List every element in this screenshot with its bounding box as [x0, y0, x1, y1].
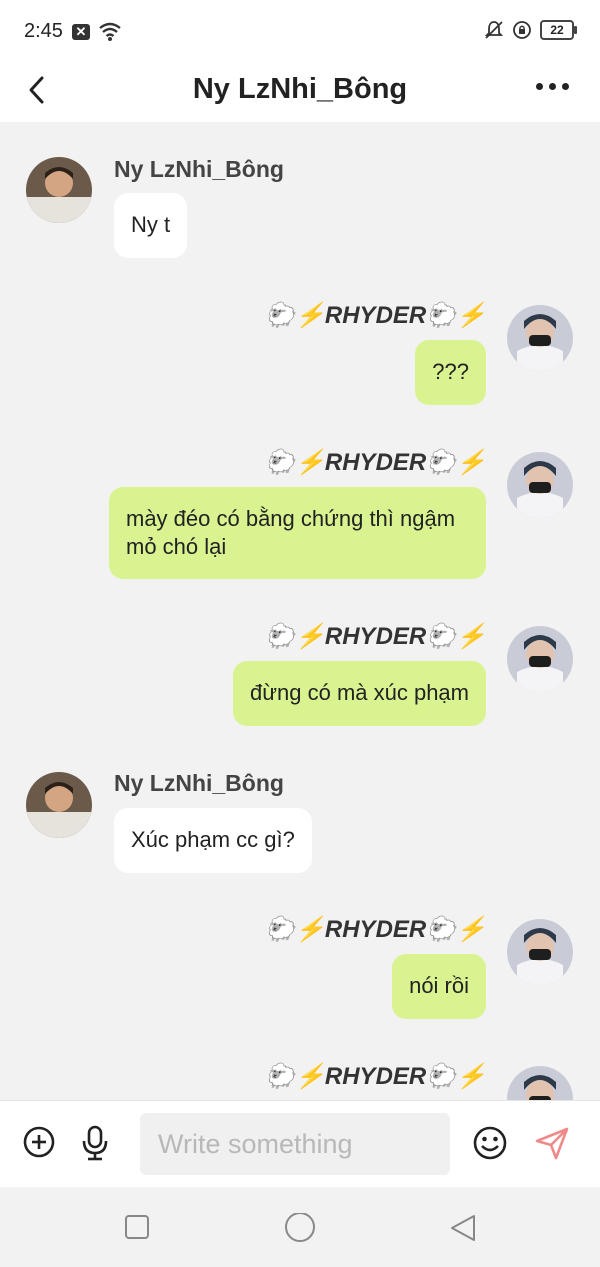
composer-bar [0, 1100, 600, 1187]
sender-name: Ny LzNhi_Bông [114, 156, 284, 182]
emoji-icon[interactable] [472, 1125, 508, 1161]
sender-name: 🐑⚡RHYDER🐑⚡ [265, 916, 486, 943]
avatar-rhyder[interactable] [507, 305, 573, 371]
microphone-icon[interactable] [80, 1125, 110, 1161]
battery-indicator: 22 [540, 20, 577, 40]
sender-name: 🐑⚡RHYDER🐑⚡ [265, 302, 486, 329]
avatar-ny[interactable] [26, 157, 92, 223]
sender-name: 🐑⚡RHYDER🐑⚡ [265, 1063, 486, 1090]
avatar-rhyder[interactable] [507, 919, 573, 985]
message-input[interactable] [140, 1113, 450, 1175]
send-icon[interactable] [534, 1125, 570, 1161]
sender-name: 🐑⚡RHYDER🐑⚡ [265, 449, 486, 476]
mute-bell-icon [484, 21, 504, 39]
avatar-rhyder[interactable] [507, 1066, 573, 1100]
message-bubble[interactable]: mày đéo có bằng chứng thì ngậm mỏ chó lạ… [109, 487, 486, 579]
status-bar: 2:45 ✕ 22 [0, 0, 600, 62]
avatar-ny[interactable] [26, 772, 92, 838]
status-right-group: 22 [484, 20, 577, 40]
notification-x-icon: ✕ [72, 24, 90, 40]
chat-title: Ny LzNhi_Bông [192, 73, 408, 105]
add-icon[interactable] [22, 1125, 56, 1159]
wifi-icon [99, 22, 121, 41]
more-dots-icon[interactable] [536, 74, 572, 98]
avatar-rhyder[interactable] [507, 452, 573, 518]
status-time: 2:45 [24, 20, 63, 42]
nav-recent-icon[interactable] [123, 1213, 151, 1241]
message-bubble[interactable]: nói rồi [392, 954, 486, 1019]
sender-name: 🐑⚡RHYDER🐑⚡ [265, 623, 486, 650]
message-bubble[interactable]: ??? [415, 340, 486, 405]
nav-home-icon[interactable] [284, 1213, 316, 1245]
rotation-lock-icon [513, 21, 531, 39]
nav-back-icon[interactable] [448, 1213, 478, 1243]
system-nav-bar [0, 1187, 600, 1267]
message-list[interactable]: Ny LzNhi_Bông Ny t 🐑⚡RHYDER🐑⚡ ??? 🐑⚡RHYD… [0, 122, 600, 1100]
sender-name: Ny LzNhi_Bông [114, 770, 284, 796]
message-bubble[interactable]: đừng có mà xúc phạm [233, 661, 486, 726]
message-bubble[interactable]: Xúc phạm cc gì? [114, 808, 312, 873]
avatar-rhyder[interactable] [507, 626, 573, 692]
chat-header: Ny LzNhi_Bông [0, 62, 600, 122]
message-bubble[interactable]: Ny t [114, 193, 188, 258]
